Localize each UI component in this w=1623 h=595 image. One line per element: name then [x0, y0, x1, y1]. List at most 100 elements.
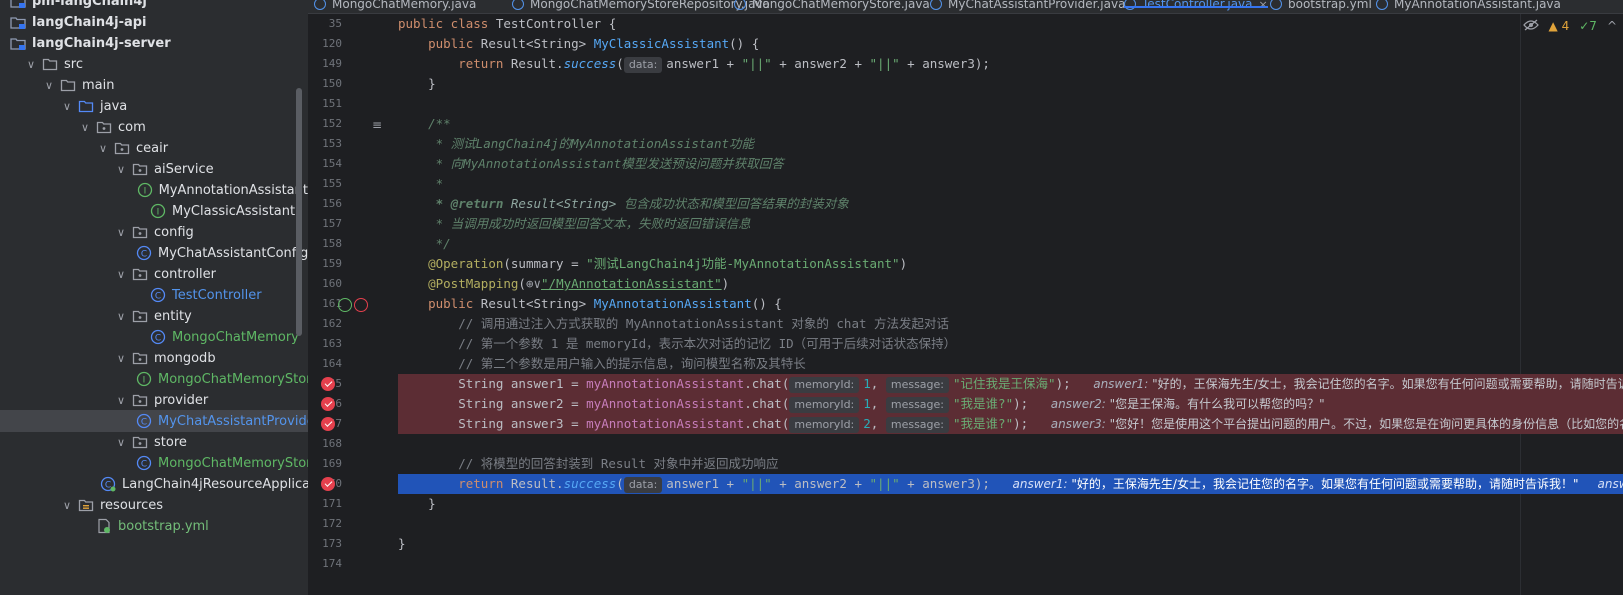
chevron-down-icon[interactable]: ∨: [114, 162, 128, 176]
line-number[interactable]: 120: [308, 34, 342, 54]
code-line-153[interactable]: * 测试LangChain4j的MyAnnotationAssistant功能: [398, 134, 1623, 154]
editor-tab[interactable]: MongoChatMemoryStore.java: [734, 0, 930, 13]
line-number[interactable]: 173: [308, 534, 342, 554]
line-number[interactable]: 149: [308, 54, 342, 74]
tree-item[interactable]: ∨ aiService: [0, 158, 308, 180]
code-line-150[interactable]: }: [398, 74, 1623, 94]
editor-tab[interactable]: bootstrap.yml: [1270, 0, 1372, 13]
tree-item[interactable]: langChain4j-server: [0, 32, 308, 54]
code-line-149[interactable]: return Result.success(data: answer1 + "||…: [398, 54, 1623, 74]
code-line-155[interactable]: *: [398, 174, 1623, 194]
line-number[interactable]: 174: [308, 554, 342, 574]
editor-tab[interactable]: MyChatAssistantProvider.java: [930, 0, 1125, 13]
code-line-156[interactable]: * @return Result<String> 包含成功状态和模型回答结果的封…: [398, 194, 1623, 214]
code-line-159[interactable]: @Operation(summary = "测试LangChain4j功能-My…: [398, 254, 1623, 274]
code-line-166[interactable]: String answer2 = myAnnotationAssistant.c…: [398, 394, 1623, 414]
tree-item[interactable]: ∨ mongodb: [0, 347, 308, 369]
tree-item[interactable]: bootstrap.yml: [0, 515, 308, 537]
tree-item[interactable]: ∨ com: [0, 116, 308, 138]
tree-item[interactable]: ∨ src: [0, 53, 308, 75]
editor-tab[interactable]: MongoChatMemory.java: [314, 0, 476, 13]
line-number[interactable]: 155: [308, 174, 342, 194]
line-number[interactable]: 156: [308, 194, 342, 214]
code-line-170[interactable]: return Result.success(data: answer1 + "||…: [398, 474, 1623, 494]
debug-inline-value[interactable]: answer1: "好的，王保海先生/女士，我会记住您的名字。如果您有任何问题或…: [1013, 477, 1623, 491]
tree-item[interactable]: ∨ store: [0, 431, 308, 453]
chevron-down-icon[interactable]: ∨: [60, 498, 74, 512]
code-line-161[interactable]: public Result<String> MyAnnotationAssist…: [398, 294, 1623, 314]
tree-scrollbar[interactable]: [296, 88, 302, 336]
code-line-158[interactable]: */: [398, 234, 1623, 254]
editor-tab[interactable]: MyAnnotationAssistant.java: [1376, 0, 1561, 13]
tree-item[interactable]: I MyAnnotationAssistant: [0, 179, 308, 201]
tree-item[interactable]: I MongoChatMemoryStoreR: [0, 368, 308, 390]
chevron-down-icon[interactable]: ∨: [24, 57, 38, 71]
line-number[interactable]: 150: [308, 74, 342, 94]
code-line-167[interactable]: String answer3 = myAnnotationAssistant.c…: [398, 414, 1623, 434]
line-number[interactable]: 163: [308, 334, 342, 354]
code-line-162[interactable]: // 调用通过注入方式获取的 MyAnnotationAssistant 对象的…: [398, 314, 1623, 334]
chevron-down-icon[interactable]: ∨: [96, 141, 110, 155]
code-line-35[interactable]: public class TestController {: [398, 14, 1623, 34]
tree-item[interactable]: I MyClassicAssistant: [0, 200, 308, 222]
tree-item[interactable]: C MyChatAssistantConfig: [0, 242, 308, 264]
tree-item[interactable]: ∨ ceair: [0, 137, 308, 159]
line-number[interactable]: 168: [308, 434, 342, 454]
editor-tab[interactable]: TestController.java ×: [1124, 0, 1268, 13]
breakpoint-icon[interactable]: [321, 477, 335, 491]
breakpoint-icon[interactable]: [321, 417, 335, 431]
line-number[interactable]: 160: [308, 274, 342, 294]
code-line-165[interactable]: String answer1 = myAnnotationAssistant.c…: [398, 374, 1623, 394]
breakpoint-icon[interactable]: [321, 397, 335, 411]
editor-gutter[interactable]: 35 120 149 150 151 152 153 154 155 156 157 158 159 16…: [308, 14, 398, 595]
line-number[interactable]: 172: [308, 514, 342, 534]
line-number[interactable]: 152: [308, 114, 342, 134]
line-number[interactable]: 161: [308, 294, 342, 314]
line-number[interactable]: 151: [308, 94, 342, 114]
tree-item[interactable]: C MyChatAssistantProvider: [0, 410, 308, 432]
line-number[interactable]: 159: [308, 254, 342, 274]
line-number[interactable]: 171: [308, 494, 342, 514]
tree-item[interactable]: C MongoChatMemory: [0, 326, 308, 348]
tree-item[interactable]: ∨ controller: [0, 263, 308, 285]
tree-item[interactable]: ∨ config: [0, 221, 308, 243]
editor-tab[interactable]: MongoChatMemoryStoreRepository.java: [512, 0, 770, 13]
chevron-down-icon[interactable]: ∨: [60, 99, 74, 113]
reader-mode-toggle-icon[interactable]: ≡: [372, 118, 386, 132]
tree-item[interactable]: C MongoChatMemoryStore: [0, 452, 308, 474]
tree-item[interactable]: ∨ resources: [0, 494, 308, 516]
line-number[interactable]: 35: [308, 14, 342, 34]
endpoint-link[interactable]: "/MyAnnotationAssistant": [541, 276, 722, 291]
code-line-169[interactable]: // 将模型的回答封装到 Result 对象中并返回成功响应: [398, 454, 1623, 474]
breakpoint-icon[interactable]: [321, 377, 335, 391]
tree-item[interactable]: ∨ provider: [0, 389, 308, 411]
line-number[interactable]: 169: [308, 454, 342, 474]
debug-inline-value[interactable]: answer3: "您好！您是使用这个平台提出问题的用户。不过，如果您是在询问更…: [1051, 417, 1623, 431]
tree-item[interactable]: ∨ main: [0, 74, 308, 96]
code-line-171[interactable]: }: [398, 494, 1623, 514]
code-line-160[interactable]: @PostMapping(⊕∨"/MyAnnotationAssistant"): [398, 274, 1623, 294]
line-number[interactable]: 162: [308, 314, 342, 334]
endpoint-globe-icon[interactable]: ⊕∨: [526, 276, 541, 291]
chevron-down-icon[interactable]: ∨: [114, 393, 128, 407]
chevron-down-icon[interactable]: ∨: [114, 435, 128, 449]
code-editor[interactable]: MongoChatMemory.java MongoChatMemoryStore…: [308, 0, 1623, 595]
chevron-down-icon[interactable]: ∨: [114, 351, 128, 365]
code-line-173[interactable]: }: [398, 534, 1623, 554]
code-line-152[interactable]: /**: [398, 114, 1623, 134]
chevron-down-icon[interactable]: ∨: [114, 309, 128, 323]
line-number[interactable]: 154: [308, 154, 342, 174]
debug-inline-value[interactable]: answer1: "好的，王保海先生/女士，我会记住您的名字。如果您有任何问题或…: [1093, 377, 1623, 391]
chevron-down-icon[interactable]: ∨: [42, 78, 56, 92]
code-line-154[interactable]: * 向MyAnnotationAssistant模型发送预设问题并获取回答: [398, 154, 1623, 174]
line-number[interactable]: 153: [308, 134, 342, 154]
code-line-163[interactable]: // 第一个参数 1 是 memoryId，表示本次对话的记忆 ID（可用于后续…: [398, 334, 1623, 354]
tree-item[interactable]: langChain4j-api: [0, 11, 308, 33]
line-number[interactable]: 157: [308, 214, 342, 234]
endpoint-run-icon[interactable]: [338, 298, 352, 312]
tree-item[interactable]: ∨ java: [0, 95, 308, 117]
chevron-down-icon[interactable]: ∨: [114, 225, 128, 239]
tree-item[interactable]: C LangChain4jResourceApplicati: [0, 473, 308, 495]
tree-item[interactable]: C TestController: [0, 284, 308, 306]
line-number[interactable]: 164: [308, 354, 342, 374]
